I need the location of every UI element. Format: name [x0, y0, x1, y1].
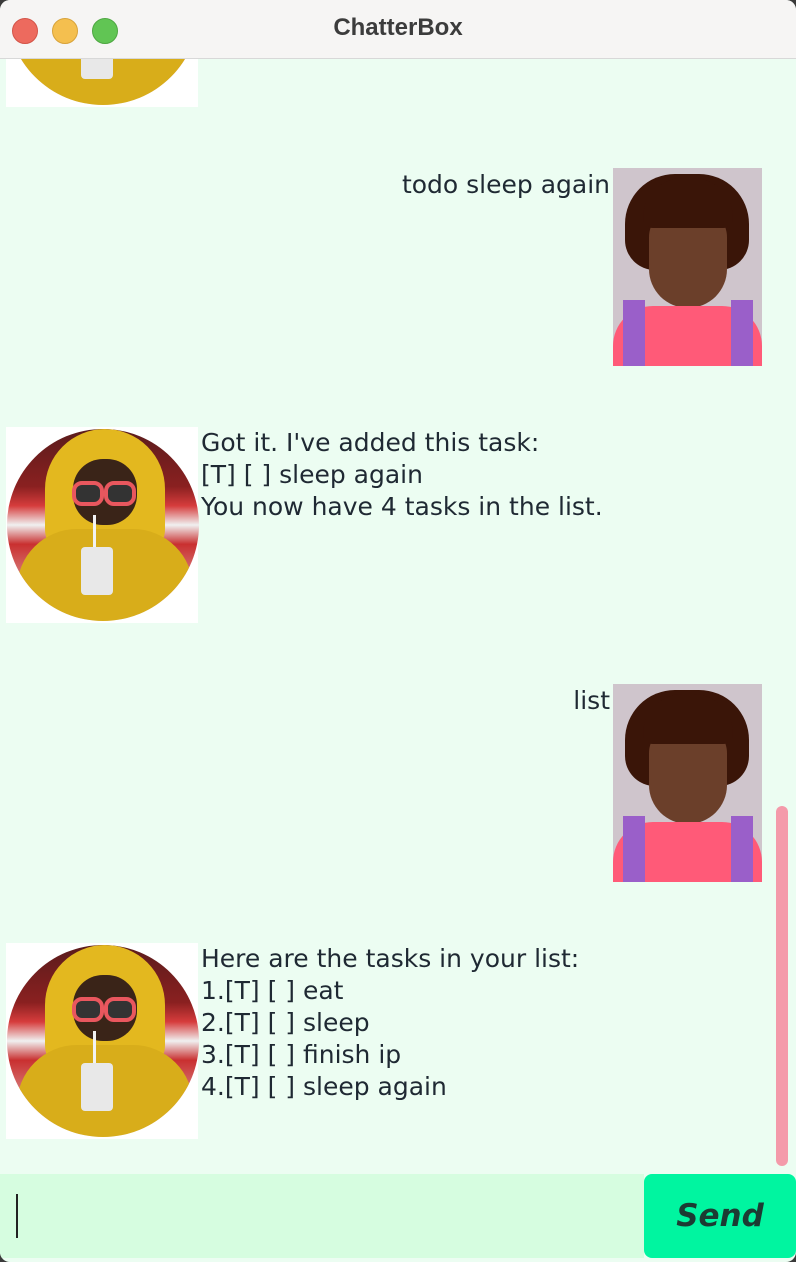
- bot-message-avatar-box: [6, 59, 199, 107]
- bot-avatar-icon: [7, 59, 199, 105]
- bot-avatar-icon: [7, 429, 199, 621]
- chat-window: ChatterBox todo sleep again Got it. I've…: [0, 0, 796, 1262]
- bot-message-avatar-box: [6, 943, 199, 1139]
- user-avatar-icon: [613, 168, 762, 366]
- user-message-text: list: [573, 686, 610, 715]
- chat-scroll-pane[interactable]: todo sleep again Got it. I've added this…: [0, 59, 796, 1172]
- vertical-scrollbar[interactable]: [776, 806, 788, 1166]
- message-input[interactable]: [0, 1174, 644, 1258]
- bot-message-text: Here are the tasks in your list: 1.[T] […: [201, 944, 580, 1101]
- send-button[interactable]: Send: [644, 1174, 796, 1258]
- user-message-text: todo sleep again: [401, 170, 610, 199]
- bot-message-text: Got it. I've added this task: [T] [ ] sl…: [201, 428, 603, 521]
- text-caret: [16, 1194, 18, 1238]
- bot-avatar-icon: [7, 945, 199, 1137]
- user-avatar-icon: [613, 684, 762, 882]
- title-bar: ChatterBox: [0, 0, 796, 59]
- window-title: ChatterBox: [333, 14, 463, 41]
- bot-message-avatar-box: [6, 427, 199, 623]
